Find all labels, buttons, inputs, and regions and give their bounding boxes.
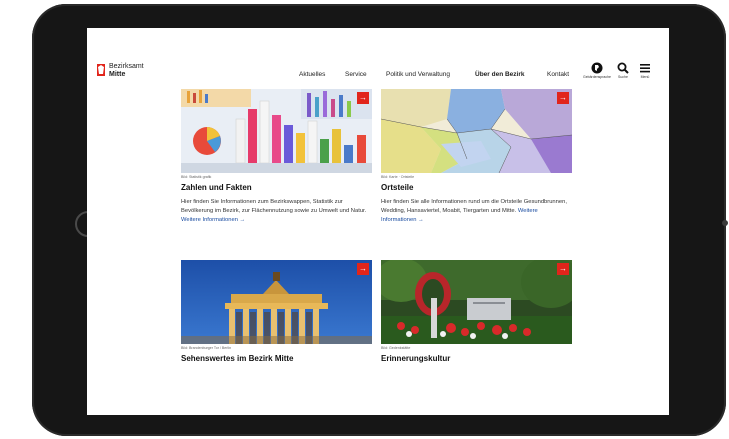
- logo-line-1: Bezirksamt: [109, 63, 144, 70]
- card-arrow-button[interactable]: →: [557, 263, 569, 275]
- card-erinnerungskultur[interactable]: → Bild: Gedenkstätte Erinnerungskultur: [381, 260, 572, 363]
- language-label: Gebärdensprache: [582, 75, 612, 79]
- card-title[interactable]: Sehenswertes im Bezirk Mitte: [181, 354, 372, 363]
- card-image-caption: Bild: Statistik grafik: [181, 175, 212, 179]
- card-sehenswertes[interactable]: → Bild: Brandenburger Tor / Berlin Sehen…: [181, 260, 372, 363]
- brandenburg-gate-image: →: [181, 260, 372, 344]
- card-arrow-button[interactable]: →: [357, 92, 369, 104]
- camera: [722, 220, 728, 226]
- card-more-link[interactable]: Weitere Informationen →: [181, 217, 245, 223]
- hamburger-menu-icon: [640, 64, 650, 73]
- card-image-caption: Bild: Brandenburger Tor / Berlin: [181, 346, 232, 350]
- card-text: Hier finden Sie alle Informationen rund …: [381, 198, 572, 225]
- search-label: Suche: [618, 75, 628, 79]
- language-tool[interactable]: Gebärdensprache: [582, 62, 612, 79]
- nav-aktuelles[interactable]: Aktuelles: [299, 71, 325, 78]
- card-description: Hier finden Sie alle Informationen rund …: [381, 199, 567, 214]
- logo[interactable]: Bezirksamt Mitte: [97, 63, 144, 78]
- card-ortsteile[interactable]: → Bild: Karte · Ortsteile Ortsteile Hier…: [381, 89, 572, 225]
- statistics-image: →: [181, 89, 372, 173]
- globe-icon: [591, 62, 603, 74]
- card-title[interactable]: Ortsteile: [381, 183, 572, 192]
- search-icon: [617, 62, 629, 74]
- card-zahlen-und-fakten[interactable]: → Bild: Statistik grafik Zahlen und Fakt…: [181, 89, 372, 225]
- nav-service[interactable]: Service: [345, 71, 367, 78]
- menu-tool[interactable]: Menü: [634, 62, 656, 79]
- card-image-caption: Bild: Gedenkstätte: [381, 346, 411, 350]
- card-title[interactable]: Erinnerungskultur: [381, 354, 572, 363]
- nav-ueber-den-bezirk[interactable]: Über den Bezirk: [475, 71, 525, 78]
- bear-logo-icon: [97, 64, 105, 76]
- card-arrow-button[interactable]: →: [557, 92, 569, 104]
- card-arrow-button[interactable]: →: [357, 263, 369, 275]
- card-image-caption: Bild: Karte · Ortsteile: [381, 175, 415, 179]
- nav-kontakt[interactable]: Kontakt: [547, 71, 569, 78]
- card-description: Hier finden Sie Informationen zum Bezirk…: [181, 199, 367, 214]
- search-tool[interactable]: Suche: [612, 62, 634, 79]
- memorial-image: →: [381, 260, 572, 344]
- logo-line-2: Mitte: [109, 70, 126, 78]
- district-map-image: →: [381, 89, 572, 173]
- menu-label: Menü: [640, 75, 650, 79]
- card-text: Hier finden Sie Informationen zum Bezirk…: [181, 198, 372, 225]
- card-title[interactable]: Zahlen und Fakten: [181, 183, 372, 192]
- nav-politik-verwaltung[interactable]: Politik und Verwaltung: [386, 71, 450, 78]
- screen: Bezirksamt Mitte Aktuelles Service Polit…: [87, 28, 669, 415]
